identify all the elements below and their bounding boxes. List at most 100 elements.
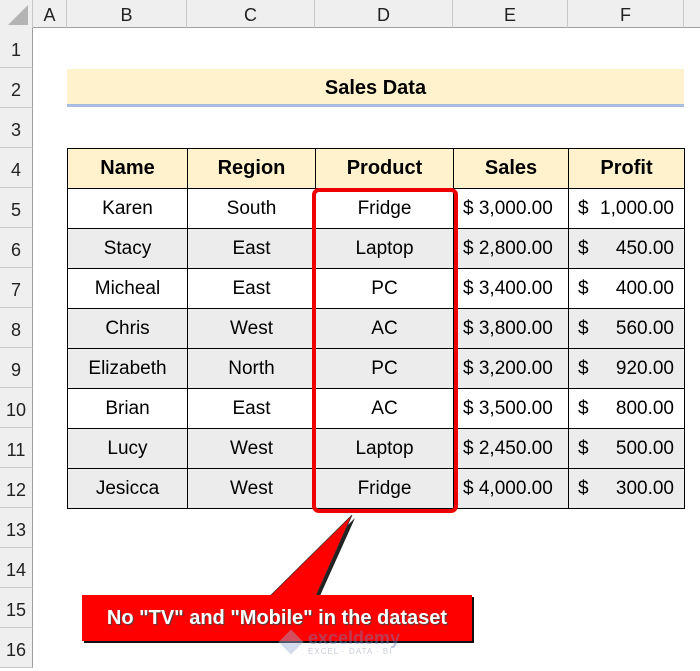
watermark-tagline: EXCEL · DATA · BI: [308, 646, 393, 656]
cell-sales[interactable]: $ 4,000.00: [453, 468, 569, 509]
profit-value-wrap: $400.00: [569, 278, 684, 300]
cell-profit[interactable]: $1,000.00: [568, 188, 685, 229]
row-header-9[interactable]: 9: [0, 348, 33, 388]
profit-amount: 500.00: [615, 437, 674, 459]
row-header-14[interactable]: 14: [0, 548, 33, 588]
row-header-3[interactable]: 3: [0, 108, 33, 148]
row-header-16[interactable]: 16: [0, 628, 33, 668]
column-header-e[interactable]: E: [453, 0, 568, 28]
cell-product[interactable]: PC: [315, 268, 454, 309]
currency-symbol: $: [578, 477, 589, 499]
profit-amount: 800.00: [615, 397, 674, 419]
select-all-corner[interactable]: [0, 0, 33, 28]
cell-product[interactable]: AC: [315, 308, 454, 349]
row-header-8[interactable]: 8: [0, 308, 33, 348]
cell-region[interactable]: East: [187, 388, 316, 429]
cell-sales[interactable]: $ 3,800.00: [453, 308, 569, 349]
cell-profit[interactable]: $800.00: [568, 388, 685, 429]
cell-name[interactable]: Stacy: [67, 228, 188, 269]
cell-name[interactable]: Karen: [67, 188, 188, 229]
cell-region[interactable]: West: [187, 468, 316, 509]
table-row: Lucy West Laptop $ 2,450.00 $500.00: [67, 428, 685, 469]
cell-name[interactable]: Elizabeth: [67, 348, 188, 389]
header-region[interactable]: Region: [187, 148, 316, 189]
profit-amount: 1,000.00: [600, 197, 674, 219]
table-row: Micheal East PC $ 3,400.00 $400.00: [67, 268, 685, 309]
currency-symbol: $: [578, 437, 589, 459]
cell-profit[interactable]: $400.00: [568, 268, 685, 309]
cell-name[interactable]: Jesicca: [67, 468, 188, 509]
cell-name[interactable]: Micheal: [67, 268, 188, 309]
callout-pointer: [269, 514, 353, 597]
currency-symbol: $: [578, 277, 589, 299]
header-profit[interactable]: Profit: [568, 148, 685, 189]
cell-sales[interactable]: $ 2,450.00: [453, 428, 569, 469]
profit-amount: 450.00: [615, 237, 674, 259]
cell-profit[interactable]: $450.00: [568, 228, 685, 269]
cell-profit[interactable]: $500.00: [568, 428, 685, 469]
currency-symbol: $: [578, 237, 589, 259]
cell-sales[interactable]: $ 2,800.00: [453, 228, 569, 269]
column-header-c[interactable]: C: [187, 0, 315, 28]
cell-profit[interactable]: $920.00: [568, 348, 685, 389]
cell-sales[interactable]: $ 3,500.00: [453, 388, 569, 429]
sales-data-title[interactable]: Sales Data: [67, 69, 684, 107]
cell-region[interactable]: West: [187, 428, 316, 469]
currency-symbol: $: [578, 397, 589, 419]
header-product[interactable]: Product: [315, 148, 454, 189]
table-row: Karen South Fridge $ 3,000.00 $1,000.00: [67, 188, 685, 229]
profit-amount: 560.00: [615, 317, 674, 339]
row-header-5[interactable]: 5: [0, 188, 33, 228]
cell-region[interactable]: East: [187, 228, 316, 269]
cell-profit[interactable]: $560.00: [568, 308, 685, 349]
exceldemy-watermark: exceldemy EXCEL · DATA · BI: [278, 624, 460, 660]
row-header-10[interactable]: 10: [0, 388, 33, 428]
row-header-11[interactable]: 11: [0, 428, 33, 468]
profit-value-wrap: $800.00: [569, 398, 684, 420]
profit-amount: 300.00: [615, 477, 674, 499]
profit-value-wrap: $560.00: [569, 318, 684, 340]
cell-sales[interactable]: $ 3,000.00: [453, 188, 569, 229]
cell-profit[interactable]: $300.00: [568, 468, 685, 509]
profit-value-wrap: $300.00: [569, 478, 684, 500]
table-row: Brian East AC $ 3,500.00 $800.00: [67, 388, 685, 429]
cell-product[interactable]: Fridge: [315, 468, 454, 509]
cell-name[interactable]: Chris: [67, 308, 188, 349]
header-name[interactable]: Name: [67, 148, 188, 189]
row-header-7[interactable]: 7: [0, 268, 33, 308]
cell-region[interactable]: West: [187, 308, 316, 349]
cell-name[interactable]: Brian: [67, 388, 188, 429]
cell-product[interactable]: PC: [315, 348, 454, 389]
callout-pointer-shadow: [273, 518, 355, 598]
row-header-4[interactable]: 4: [0, 148, 33, 188]
table-row: Elizabeth North PC $ 3,200.00 $920.00: [67, 348, 685, 389]
cell-product[interactable]: Fridge: [315, 188, 454, 229]
table-row: Chris West AC $ 3,800.00 $560.00: [67, 308, 685, 349]
cell-region[interactable]: South: [187, 188, 316, 229]
cell-region[interactable]: East: [187, 268, 316, 309]
column-header-a[interactable]: A: [33, 0, 67, 28]
row-header-2[interactable]: 2: [0, 68, 33, 108]
profit-amount: 400.00: [615, 277, 674, 299]
cell-region[interactable]: North: [187, 348, 316, 389]
cell-sales[interactable]: $ 3,200.00: [453, 348, 569, 389]
cell-product[interactable]: AC: [315, 388, 454, 429]
currency-symbol: $: [578, 357, 589, 379]
cell-name[interactable]: Lucy: [67, 428, 188, 469]
cell-product[interactable]: Laptop: [315, 428, 454, 469]
table-row: Jesicca West Fridge $ 4,000.00 $300.00: [67, 468, 685, 509]
header-sales[interactable]: Sales: [453, 148, 569, 189]
cell-sales[interactable]: $ 3,400.00: [453, 268, 569, 309]
table-header-row: Name Region Product Sales Profit: [67, 148, 685, 189]
row-header-13[interactable]: 13: [0, 508, 33, 548]
column-header-f[interactable]: F: [568, 0, 684, 28]
row-header-6[interactable]: 6: [0, 228, 33, 268]
row-header-12[interactable]: 12: [0, 468, 33, 508]
profit-amount: 920.00: [615, 357, 674, 379]
profit-value-wrap: $450.00: [569, 238, 684, 260]
cell-product[interactable]: Laptop: [315, 228, 454, 269]
row-header-15[interactable]: 15: [0, 588, 33, 628]
row-header-1[interactable]: 1: [0, 28, 33, 68]
column-header-d[interactable]: D: [315, 0, 453, 28]
column-header-b[interactable]: B: [67, 0, 187, 28]
